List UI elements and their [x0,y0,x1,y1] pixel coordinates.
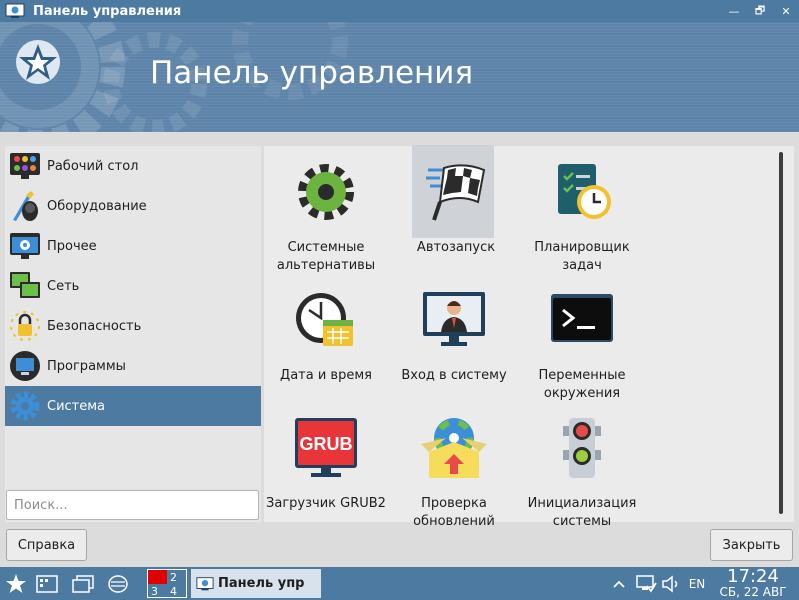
star-menu-icon [6,573,26,593]
help-button[interactable]: Справка [6,529,87,561]
security-icon [8,309,42,343]
file-manager-button[interactable] [105,572,131,595]
task-label: Панель упр [218,576,305,591]
control-panel-app-icon [5,3,25,18]
taskbar: 1 2 3 4 Панель упр EN 17:24 СБ, 22 АВГ [0,567,799,600]
category-list: Рабочий стол Оборудование Прочее Сеть Бе… [5,146,261,522]
workspace-pager[interactable]: 1 2 3 4 [147,569,187,598]
system-icon [8,389,42,423]
workspace-4[interactable]: 4 [167,584,186,598]
category-system[interactable]: Система [5,386,261,426]
traffic-light-icon [541,403,623,493]
app-label: Загрузчик GRUB2 [266,496,386,511]
window-title: Панель управления [33,3,182,19]
app-label: Дата и время [280,368,372,383]
window-titlebar[interactable]: Панель управления — 🗗 ✕ [0,0,799,22]
category-label: Система [47,398,106,414]
desktop-icon [8,149,42,183]
windows-icon [72,574,94,593]
app-label: Вход в систему [401,368,507,383]
grub-logo-text: GRUB [300,434,353,454]
chevron-up-icon [613,580,625,588]
task-control-panel[interactable]: Панель упр [191,569,321,598]
update-icon [413,403,495,493]
app-grid-icon [36,574,58,593]
app-label: Проверка обновлений [413,496,495,529]
control-panel-task-icon [196,576,214,590]
category-network[interactable]: Сеть [5,266,261,306]
close-button[interactable]: Закрыть [710,529,793,561]
app-login[interactable]: Вход в систему [390,275,518,385]
search-input[interactable] [6,490,259,520]
category-label: Рабочий стол [47,158,139,174]
app-grub2-loader[interactable]: GRUB Загрузчик GRUB2 [262,403,390,513]
banner: Панель управления [0,22,799,132]
category-security[interactable]: Безопасность [5,306,261,346]
app-label: Планировщик задач [534,240,630,273]
minimize-button[interactable]: — [721,5,747,18]
category-desktop[interactable]: Рабочий стол [5,146,261,186]
close-window-button[interactable]: ✕ [773,5,799,18]
app-menu-button[interactable] [34,572,60,595]
applets-scrollbar[interactable] [779,152,783,514]
tray-expand-button[interactable] [612,575,626,592]
login-icon [413,275,495,365]
grub-icon: GRUB [285,403,367,493]
drive-icon [108,574,128,593]
app-autostart[interactable]: Автозапуск [392,145,520,257]
clock-time: 17:24 [727,566,779,587]
app-environment-variables[interactable]: Переменные окружения [518,275,646,403]
workspace-2[interactable]: 2 [167,570,186,584]
app-date-time[interactable]: Дата и время [262,275,390,385]
volume-tray-button[interactable] [660,573,682,594]
category-hardware[interactable]: Оборудование [5,186,261,226]
network-tray-button[interactable] [634,573,658,594]
network-status-icon [636,574,657,593]
app-system-alternatives[interactable]: Системные альтернативы [262,147,390,275]
start-menu-button[interactable] [3,570,29,597]
category-label: Прочее [47,238,97,254]
app-label: Инициализация системы [527,496,637,529]
app-label: Автозапуск [416,240,496,255]
hardware-icon [8,189,42,223]
category-label: Безопасность [47,318,142,334]
clock[interactable]: 17:24 СБ, 22 АВГ [710,568,796,599]
category-label: Сеть [47,278,80,294]
gear-icon [285,147,367,237]
network-icon [8,269,42,303]
maximize-button[interactable]: 🗗 [747,2,773,21]
banner-title: Панель управления [150,55,474,91]
app-system-initialization[interactable]: Инициализация системы [518,403,646,531]
app-task-scheduler[interactable]: Планировщик задач [518,147,646,275]
star-logo-icon [16,40,60,84]
volume-icon [662,574,678,593]
workspace-3[interactable]: 3 [148,584,167,598]
category-other[interactable]: Прочее [5,226,261,266]
checkered-flag-icon [415,147,497,237]
category-label: Оборудование [47,198,147,214]
category-programs[interactable]: Программы [5,346,261,386]
terminal-icon [541,275,623,365]
app-label: Системные альтернативы [276,240,376,273]
clock-calendar-icon [285,275,367,365]
workspace-1[interactable]: 1 [148,570,167,584]
scheduler-icon [541,147,623,237]
keyboard-layout-indicator[interactable]: EN [684,573,710,594]
other-icon [8,229,42,263]
app-label: Переменные окружения [538,368,626,401]
programs-icon [8,349,42,383]
category-label: Программы [47,358,126,374]
show-windows-button[interactable] [70,572,96,595]
clock-date: СБ, 22 АВГ [719,585,787,599]
app-update-check[interactable]: Проверка обновлений [390,403,518,531]
